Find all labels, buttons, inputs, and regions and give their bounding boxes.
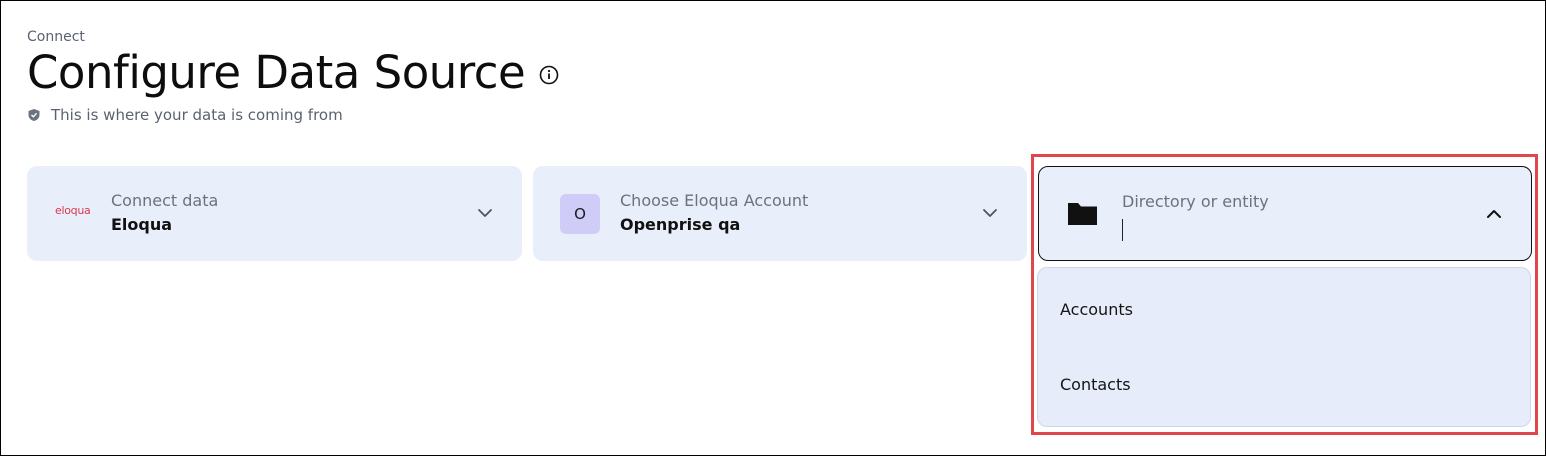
subtitle: This is where your data is coming from (27, 106, 343, 124)
page-title: Configure Data Source (27, 46, 526, 99)
eloqua-account-value: Openprise qa (620, 215, 741, 234)
directory-entity-label: Directory or entity (1122, 192, 1269, 211)
connect-data-value: Eloqua (111, 215, 173, 234)
option-accounts[interactable]: Accounts (1060, 300, 1133, 319)
connect-data-select[interactable]: eloqua Connect data Eloqua (27, 166, 522, 261)
chevron-down-icon[interactable] (981, 204, 999, 222)
directory-entity-options: Accounts Contacts (1037, 267, 1531, 427)
chevron-down-icon[interactable] (476, 204, 494, 222)
subtitle-text: This is where your data is coming from (51, 106, 343, 124)
breadcrumb[interactable]: Connect (27, 29, 85, 45)
directory-entity-select[interactable]: Directory or entity (1038, 166, 1532, 261)
chevron-up-icon[interactable] (1485, 205, 1503, 223)
info-icon[interactable] (539, 65, 559, 85)
account-avatar: O (560, 194, 600, 234)
eloqua-account-select[interactable]: O Choose Eloqua Account Openprise qa (533, 166, 1027, 261)
shield-check-icon (27, 108, 41, 122)
title-row: Configure Data Source (27, 45, 559, 101)
option-contacts[interactable]: Contacts (1060, 375, 1131, 394)
directory-entity-input[interactable] (1122, 219, 1123, 241)
eloqua-account-label: Choose Eloqua Account (620, 191, 809, 210)
app-frame: Connect Configure Data Source This is wh… (0, 0, 1546, 456)
eloqua-logo: eloqua (55, 204, 91, 217)
connect-data-label: Connect data (111, 191, 219, 210)
folder-icon (1066, 200, 1100, 228)
